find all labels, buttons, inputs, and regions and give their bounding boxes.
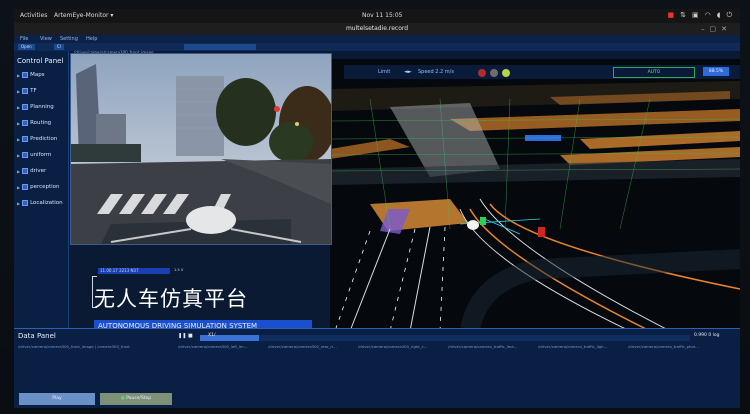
control-item-label: Prediction — [30, 136, 58, 142]
wifi-icon: ◠ — [704, 11, 711, 19]
activities-button[interactable]: Activities — [20, 12, 47, 19]
app-menu[interactable]: ArtemEye-Monitor ▾ — [54, 12, 113, 19]
camera-image — [71, 54, 331, 244]
stream-item[interactable]: /driver/camera/camera_traffic_ima... — [448, 344, 517, 349]
toolbar-slot[interactable] — [220, 44, 256, 50]
stream-item[interactable]: /driver/camera/camera300_rear_ri... — [268, 344, 337, 349]
scene-render — [330, 59, 740, 331]
stream-item[interactable]: /driver/camera/camera_traffic_phot... — [628, 344, 699, 349]
light-green-icon — [502, 69, 510, 77]
limit-label: Limit — [378, 69, 391, 75]
control-item-planning[interactable]: ▶ Planning — [17, 104, 54, 110]
control-item-uniform[interactable]: ▶ uniform — [17, 152, 51, 158]
control-item-routing[interactable]: ▶ Routing — [17, 120, 51, 126]
control-item-tf[interactable]: ▶ TF — [17, 88, 37, 94]
status-dot-icon: ● — [120, 396, 125, 401]
control-item-label: driver — [30, 168, 47, 174]
control-item-label: Planning — [30, 104, 54, 110]
system-top-bar: Activities ArtemEye-Monitor ▾ Nov 11 15:… — [14, 9, 740, 23]
open-button[interactable]: Open — [18, 44, 35, 50]
control-item-label: uniform — [30, 152, 52, 158]
speed-label: Speed 2.2 m/s — [418, 69, 454, 75]
expand-arrow-icon[interactable]: ▶ — [17, 89, 20, 94]
control-panel: Control Panel ▶ Maps ▶ TF ▶ Planning ▶ Routi… — [14, 51, 69, 331]
expand-arrow-icon[interactable]: ▶ — [17, 201, 20, 206]
menu-bar: File View Setting Help — [14, 35, 740, 43]
speed-label[interactable]: X1/ — [208, 333, 215, 338]
checkbox[interactable] — [22, 72, 29, 78]
expand-arrow-icon[interactable]: ▶ — [17, 73, 20, 78]
control-item-localization[interactable]: ▶ Localization — [17, 200, 63, 206]
light-gray-icon — [490, 69, 498, 77]
checkbox[interactable] — [22, 200, 29, 206]
timestamp-overlay-right: 1.5 V — [174, 268, 184, 272]
steer-arrows-icon: ◄► — [404, 69, 412, 75]
control-item-prediction[interactable]: ▶ Prediction — [17, 136, 57, 142]
status-hud: Limit ◄► Speed 2.2 m/s AUTO 88.5% — [344, 65, 740, 79]
expand-arrow-icon[interactable]: ▶ — [17, 153, 20, 158]
camera-view[interactable] — [70, 53, 332, 245]
window-title: multelsetadie.record — [345, 25, 409, 32]
expand-arrow-icon[interactable]: ▶ — [17, 121, 20, 126]
menu-help[interactable]: Help — [86, 36, 97, 42]
play-pause-icon[interactable]: ❚❚ ■ — [178, 333, 193, 339]
current-topic-path: /driver/camera/camera300_front_image | c… — [18, 344, 130, 349]
playback-progress[interactable] — [200, 335, 690, 341]
checkbox[interactable] — [22, 136, 29, 142]
stream-item[interactable]: /driver/camera/camera_traffic_ligh... — [538, 344, 607, 349]
volume-icon: ◖ — [716, 11, 721, 19]
checkbox[interactable] — [22, 168, 29, 174]
keyboard-icon: ▣ — [692, 11, 699, 19]
checkbox[interactable] — [22, 120, 29, 126]
control-item-driver[interactable]: ▶ driver — [17, 168, 46, 174]
record-icon: ■ — [667, 11, 675, 19]
checkbox[interactable] — [22, 152, 29, 158]
checkbox[interactable] — [22, 184, 29, 190]
data-panel-title: Data Panel — [18, 332, 56, 340]
control-item-label: Routing — [30, 120, 52, 126]
play-button[interactable]: Play — [19, 393, 95, 405]
stream-item[interactable]: /driver/camera/camera300_left_im... — [178, 344, 247, 349]
data-panel: Data Panel ❚❚ ■ X1/ 0.990 0 log /driver/… — [14, 328, 740, 408]
expand-arrow-icon[interactable]: ▶ — [17, 137, 20, 142]
expand-arrow-icon[interactable]: ▶ — [17, 169, 20, 174]
battery-percent: 88.5% — [703, 67, 729, 76]
checkbox[interactable] — [22, 88, 29, 94]
network-icon: ⇅ — [680, 11, 687, 19]
expand-arrow-icon[interactable]: ▶ — [17, 185, 20, 190]
control-panel-title: Control Panel — [17, 57, 64, 65]
drive-mode-badge: AUTO — [613, 67, 695, 78]
control-item-perception[interactable]: ▶ perception — [17, 184, 60, 190]
pause-stop-label: Pause/Stop — [126, 396, 152, 401]
toolbar-slot[interactable] — [184, 44, 220, 50]
control-item-label: Localization — [30, 200, 63, 206]
clock[interactable]: Nov 11 15:05 — [362, 12, 402, 19]
control-item-label: perception — [30, 184, 60, 190]
light-red-icon — [478, 69, 486, 77]
menu-view[interactable]: View — [40, 36, 52, 42]
checkbox[interactable] — [22, 104, 29, 110]
menu-file[interactable]: File — [20, 36, 28, 42]
power-icon: ⏻ — [726, 11, 732, 19]
control-item-label: Maps — [30, 72, 45, 78]
timestamp-overlay: 11.00.17 2213 N37 — [98, 268, 170, 274]
close-button[interactable]: Cl — [54, 44, 64, 50]
window-controls[interactable]: –▢✕ — [701, 23, 732, 35]
pause-stop-button[interactable]: ● Pause/Stop — [100, 393, 172, 405]
screen: Activities ArtemEye-Monitor ▾ Nov 11 15:… — [0, 0, 750, 414]
rate-readout[interactable]: 0.990 0 log — [694, 333, 719, 338]
expand-arrow-icon[interactable]: ▶ — [17, 105, 20, 110]
headline-chinese: 无人车仿真平台 — [94, 287, 248, 311]
3d-viewport[interactable] — [330, 59, 740, 331]
menu-setting[interactable]: Setting — [60, 36, 78, 42]
control-item-label: TF — [30, 88, 37, 94]
window-title-bar: multelsetadie.record –▢✕ — [14, 23, 740, 35]
control-item-maps[interactable]: ▶ Maps — [17, 72, 45, 78]
stream-item[interactable]: /driver/camera/camera300_right_c... — [358, 344, 427, 349]
system-tray[interactable]: ■ ⇅ ▣ ◠ ◖ ⏻ — [668, 11, 732, 20]
